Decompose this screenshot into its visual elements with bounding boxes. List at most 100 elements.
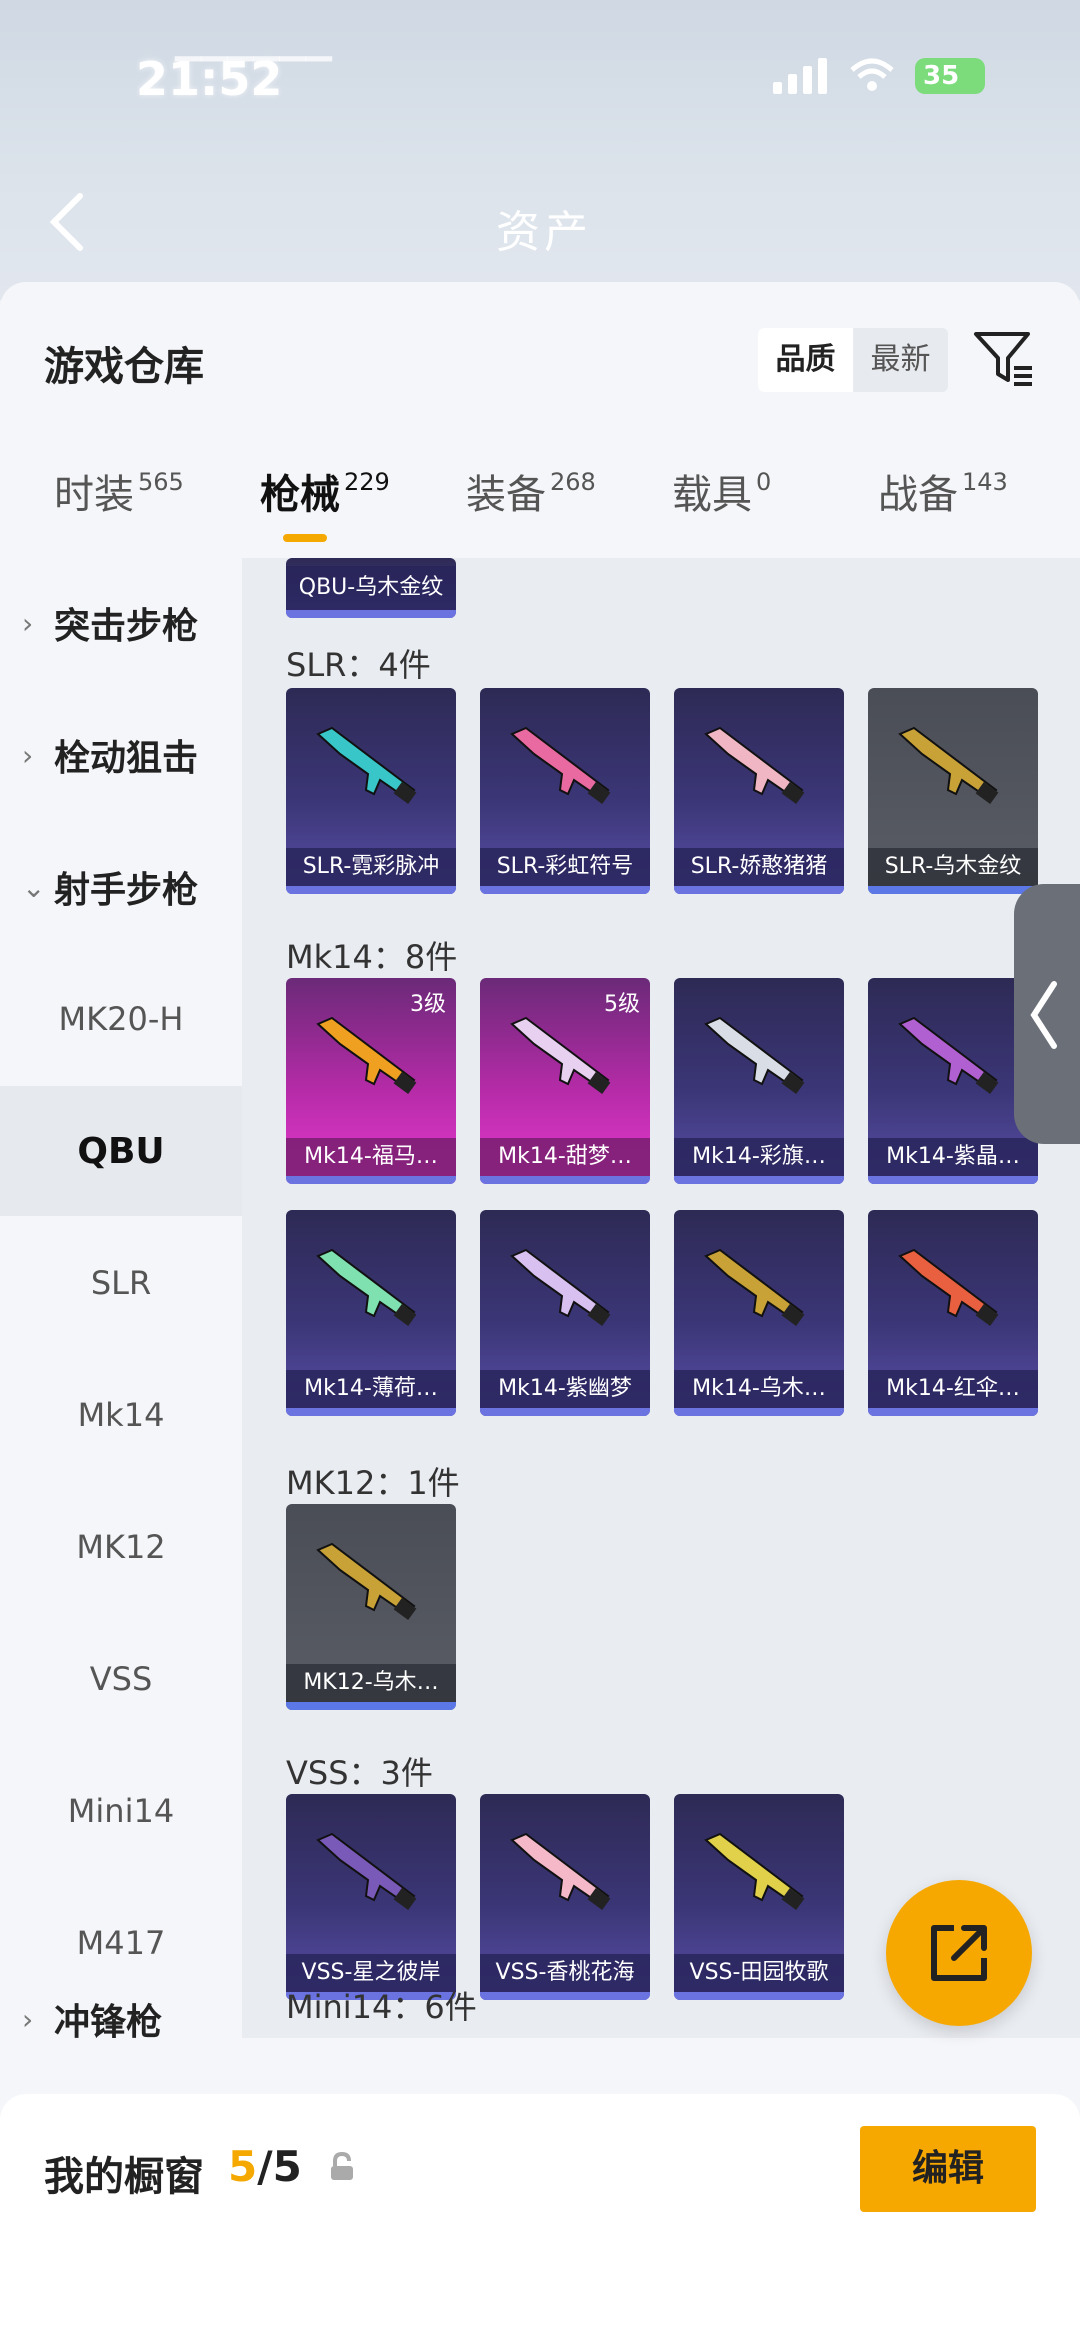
tab-label: 载具 bbox=[672, 472, 752, 518]
skin-name: Mk14-乌木… bbox=[674, 1370, 844, 1408]
tab-equipment[interactable]: 装备 268 bbox=[466, 462, 596, 520]
skin-card[interactable]: Mk14-紫幽梦 bbox=[480, 1210, 650, 1416]
tab-firearms[interactable]: 枪械 229 bbox=[260, 462, 390, 520]
showcase-current: 5 bbox=[228, 2142, 258, 2191]
gun-icon bbox=[510, 726, 611, 804]
gun-icon bbox=[316, 726, 417, 804]
sidebar-item-qbu[interactable]: QBU bbox=[0, 1086, 242, 1216]
rarity-bar bbox=[674, 1408, 844, 1416]
gun-icon bbox=[898, 726, 999, 804]
skin-name: Mk14-红伞… bbox=[868, 1370, 1038, 1408]
rarity-bar bbox=[480, 886, 650, 894]
sort-latest-button[interactable]: 最新 bbox=[853, 328, 948, 392]
chevron-right-icon: › bbox=[22, 2002, 34, 2036]
tab-count: 0 bbox=[756, 468, 772, 496]
skin-card[interactable]: 5级 Mk14-甜梦… bbox=[480, 978, 650, 1184]
active-tab-indicator bbox=[283, 534, 327, 542]
sidebar-category-bolt[interactable]: › 栓动狙击 bbox=[0, 690, 242, 820]
skin-card[interactable]: SLR-娇憨猪猪 bbox=[674, 688, 844, 894]
skin-card[interactable]: MK12-乌木… bbox=[286, 1504, 456, 1710]
skin-level: 5级 bbox=[604, 992, 640, 1017]
gun-icon bbox=[316, 1248, 417, 1326]
gun-icon bbox=[704, 1832, 805, 1910]
external-link-icon bbox=[931, 1925, 987, 1981]
share-fab-button[interactable] bbox=[886, 1880, 1032, 2026]
gun-icon bbox=[898, 1248, 999, 1326]
skin-card[interactable]: Mk14-乌木… bbox=[674, 1210, 844, 1416]
skin-card[interactable]: VSS-星之彼岸 bbox=[286, 1794, 456, 2000]
rarity-bar bbox=[286, 886, 456, 894]
gun-icon bbox=[316, 1016, 417, 1094]
tab-label: 枪械 bbox=[260, 472, 340, 518]
sidebar-label: 突击步枪 bbox=[54, 606, 199, 647]
tab-label: 战备 bbox=[878, 472, 958, 518]
sort-quality-button[interactable]: 品质 bbox=[758, 328, 853, 392]
tab-count: 143 bbox=[962, 468, 1008, 496]
skin-grid: QBU-乌木金纹 SLR：4件 SLR-霓彩脉冲 SLR-彩虹符号 SLR-娇憨猪猪… bbox=[242, 558, 1080, 2038]
skin-name: Mk14-紫晶… bbox=[868, 1138, 1038, 1176]
gun-icon bbox=[510, 1832, 611, 1910]
page-title: 资产 bbox=[496, 207, 592, 258]
group-title-vss: VSS：3件 bbox=[286, 1754, 433, 1792]
skin-card[interactable]: SLR-霓彩脉冲 bbox=[286, 688, 456, 894]
chevron-right-icon: › bbox=[22, 606, 34, 640]
skin-card[interactable]: Mk14-彩旗… bbox=[674, 978, 844, 1184]
rarity-bar bbox=[286, 1176, 456, 1184]
tab-fashion[interactable]: 时装 565 bbox=[54, 462, 184, 520]
sidebar-item-mk12[interactable]: MK12 bbox=[0, 1482, 242, 1612]
tab-count: 268 bbox=[550, 468, 596, 496]
sidebar-category-dmr[interactable]: ⌄ 射手步枪 bbox=[0, 822, 242, 952]
showcase-bar: 我的橱窗 5/5 编辑 bbox=[0, 2094, 1080, 2341]
tab-count: 565 bbox=[138, 468, 184, 496]
gun-icon bbox=[316, 1542, 417, 1620]
group-title-mini14: Mini14：6件 bbox=[286, 1988, 477, 2026]
signal-icon bbox=[773, 56, 827, 94]
lock-icon bbox=[331, 2152, 353, 2180]
showcase-count: 5/5 bbox=[228, 2142, 302, 2191]
filter-icon[interactable] bbox=[972, 326, 1036, 390]
gun-icon bbox=[510, 1248, 611, 1326]
skin-name: Mk14-紫幽梦 bbox=[480, 1370, 650, 1408]
skin-name: SLR-娇憨猪猪 bbox=[674, 848, 844, 886]
skin-name: Mk14-彩旗… bbox=[674, 1138, 844, 1176]
skin-card[interactable]: SLR-乌木金纹 bbox=[868, 688, 1038, 894]
sidebar-item-vss[interactable]: VSS bbox=[0, 1614, 242, 1744]
sidebar-category-smg[interactable]: › 冲锋枪 bbox=[0, 1954, 242, 2038]
edit-button[interactable]: 编辑 bbox=[860, 2126, 1036, 2212]
rarity-bar bbox=[480, 1176, 650, 1184]
skin-card[interactable]: SLR-彩虹符号 bbox=[480, 688, 650, 894]
tab-vehicles[interactable]: 载具 0 bbox=[672, 462, 771, 520]
sidebar-label: 栓动狙击 bbox=[54, 738, 199, 779]
gun-icon bbox=[704, 1016, 805, 1094]
skin-card[interactable]: Mk14-紫晶… bbox=[868, 978, 1038, 1184]
skin-card[interactable]: 3级 Mk14-福马… bbox=[286, 978, 456, 1184]
sidebar-item-mk14[interactable]: Mk14 bbox=[0, 1350, 242, 1480]
skin-card[interactable]: VSS-田园牧歌 bbox=[674, 1794, 844, 2000]
sidebar-item-slr[interactable]: SLR bbox=[0, 1218, 242, 1348]
gun-icon bbox=[898, 1016, 999, 1094]
skin-name: VSS-田园牧歌 bbox=[674, 1954, 844, 1992]
skin-name: SLR-彩虹符号 bbox=[480, 848, 650, 886]
sidebar-category-assault[interactable]: › 突击步枪 bbox=[0, 558, 242, 688]
skin-name: MK12-乌木… bbox=[286, 1664, 456, 1702]
skin-card[interactable]: QBU-乌木金纹 bbox=[286, 558, 456, 618]
back-arrow-icon[interactable] bbox=[44, 190, 92, 254]
sidebar-item-mini14[interactable]: Mini14 bbox=[0, 1746, 242, 1876]
skin-card[interactable]: VSS-香桃花海 bbox=[480, 1794, 650, 2000]
category-tabs: 时装 565 枪械 229 装备 268 载具 0 战备 143 bbox=[0, 462, 1080, 552]
sheet-title: 游戏仓库 bbox=[44, 344, 204, 390]
skin-card[interactable]: Mk14-红伞… bbox=[868, 1210, 1038, 1416]
showcase-total: /5 bbox=[257, 2142, 302, 2191]
skin-level: 3级 bbox=[410, 992, 446, 1017]
tab-supplies[interactable]: 战备 143 bbox=[878, 462, 1008, 520]
sidebar-item-mk20h[interactable]: MK20-H bbox=[0, 954, 242, 1084]
top-header: ▁▁▁▁▁▁ 21:52 35 资产 bbox=[0, 0, 1080, 300]
tab-label: 时装 bbox=[54, 472, 134, 518]
chevron-right-icon: › bbox=[22, 738, 34, 772]
battery-indicator: 35 bbox=[915, 58, 985, 94]
side-drawer-handle[interactable] bbox=[1014, 884, 1080, 1144]
skin-card[interactable]: Mk14-薄荷… bbox=[286, 1210, 456, 1416]
group-title-slr: SLR：4件 bbox=[286, 646, 431, 684]
skin-name: SLR-霓彩脉冲 bbox=[286, 848, 456, 886]
showcase-title: 我的橱窗 bbox=[44, 2154, 204, 2200]
